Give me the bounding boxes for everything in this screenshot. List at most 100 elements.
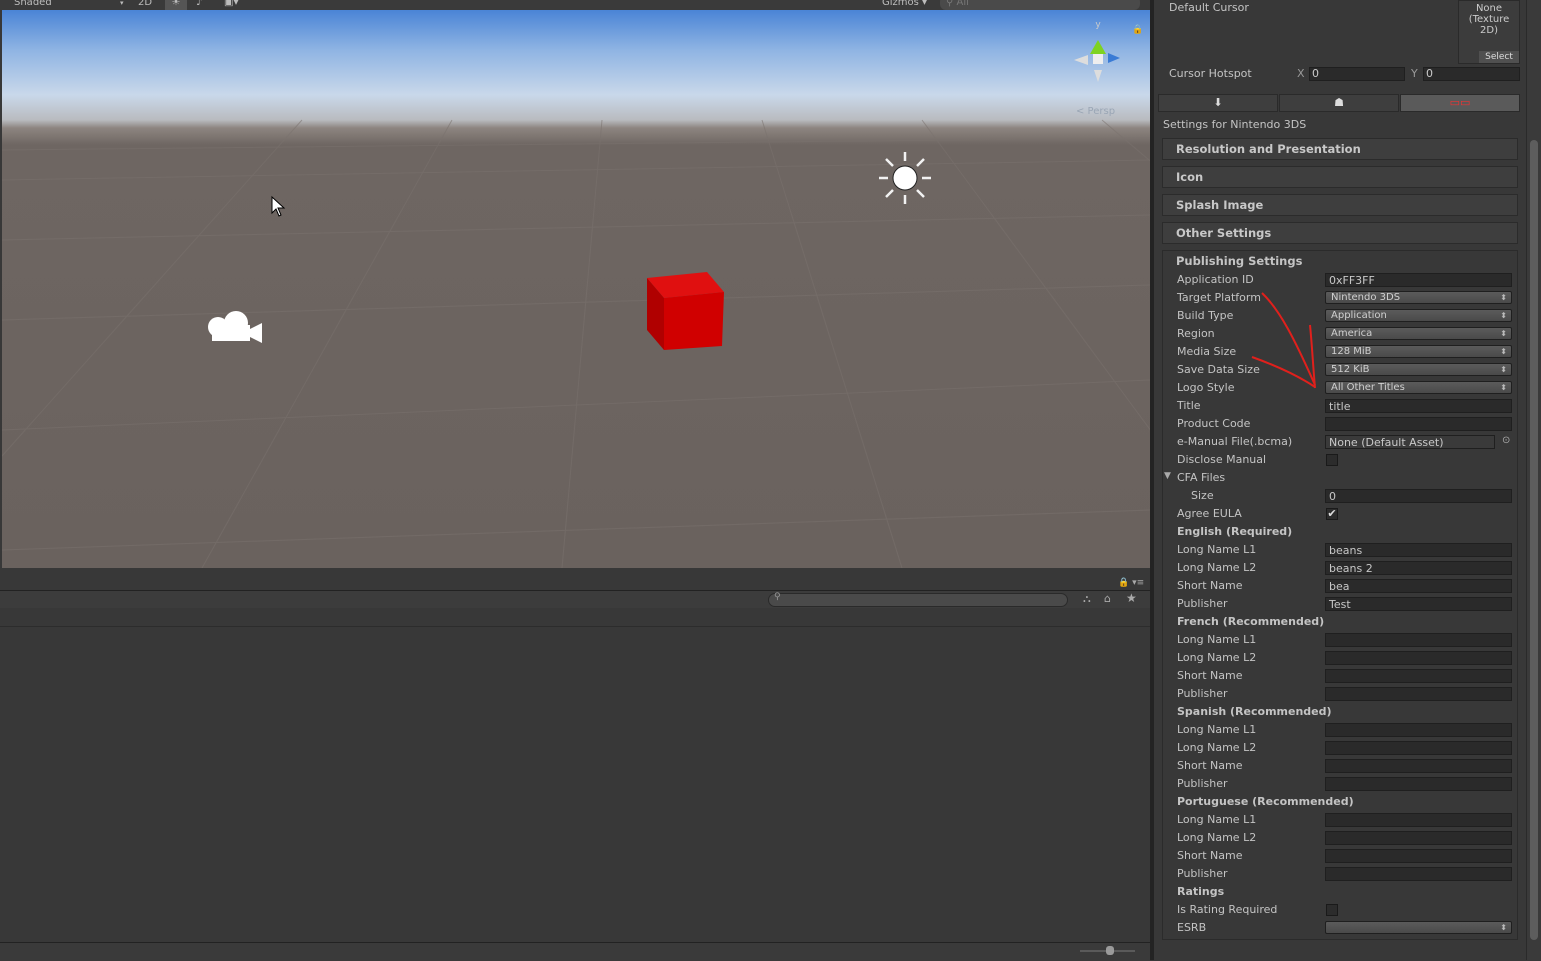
tab-standalone[interactable]: ⬇ xyxy=(1158,94,1278,112)
section-resolution[interactable]: Resolution and Presentation xyxy=(1162,138,1518,160)
image-icon[interactable]: ▣▾ xyxy=(224,0,238,10)
product-code-label: Product Code xyxy=(1177,417,1251,430)
search-icon: ⚲ xyxy=(774,592,781,602)
scrollbar-thumb[interactable] xyxy=(1530,140,1538,940)
lock-icon[interactable]: 🔒 xyxy=(1132,24,1143,35)
tag-icon[interactable]: ⌂ xyxy=(1104,592,1111,605)
portuguese-long-name-l1-field[interactable] xyxy=(1325,813,1512,827)
dropdown-arrow-icon: ⬍ xyxy=(1500,923,1507,932)
orientation-gizmo[interactable] xyxy=(1074,40,1120,82)
french-short-name-field[interactable] xyxy=(1325,669,1512,683)
disclose-manual-checkbox[interactable] xyxy=(1326,454,1338,466)
dropdown-arrow-icon: ⬍ xyxy=(1500,347,1507,356)
region-label: Region xyxy=(1177,327,1215,340)
spanish-long-name-l1-field[interactable] xyxy=(1325,723,1512,737)
is-rating-required-checkbox[interactable] xyxy=(1326,904,1338,916)
build-type-label: Build Type xyxy=(1177,309,1234,322)
mouse-cursor-icon xyxy=(271,195,286,217)
french-long-name-l2-field[interactable] xyxy=(1325,651,1512,665)
cube[interactable] xyxy=(647,272,724,350)
foldout-triangle-icon[interactable]: ▼ xyxy=(1164,471,1171,481)
spanish-short-name-label: Short Name xyxy=(1177,759,1243,772)
portuguese-long-name-l1-label: Long Name L1 xyxy=(1177,813,1257,826)
product-code-field[interactable] xyxy=(1325,417,1512,431)
media-size-dropdown[interactable]: 128 MiB ⬍ xyxy=(1325,345,1512,358)
inspector-scrollbar[interactable] xyxy=(1526,0,1541,960)
esrb-dropdown[interactable]: ⬍ xyxy=(1325,921,1512,934)
portuguese-long-name-l2-label: Long Name L2 xyxy=(1177,831,1257,844)
emanual-label: e-Manual File(.bcma) xyxy=(1177,435,1293,448)
size-field[interactable]: 0 xyxy=(1325,489,1512,503)
hotspot-x-field[interactable]: 0 xyxy=(1309,67,1405,81)
save-data-size-dropdown[interactable]: 512 KiB ⬍ xyxy=(1325,363,1512,376)
spanish-short-name-field[interactable] xyxy=(1325,759,1512,773)
region-dropdown[interactable]: America ⬍ xyxy=(1325,327,1512,340)
2d-toggle[interactable]: 2D xyxy=(138,0,152,10)
title-field[interactable]: title xyxy=(1325,399,1512,413)
panel-lock-icon[interactable]: 🔒 ▾≡ xyxy=(1118,578,1144,588)
french-long-name-l2-label: Long Name L2 xyxy=(1177,651,1257,664)
portuguese-publisher-field[interactable] xyxy=(1325,867,1512,881)
cursor-hotspot-label: Cursor Hotspot xyxy=(1169,67,1252,80)
media-size-label: Media Size xyxy=(1177,345,1237,358)
target-platform-dropdown[interactable]: Nintendo 3DS ⬍ xyxy=(1325,291,1512,304)
select-button[interactable]: Select xyxy=(1479,51,1519,63)
shading-mode-dropdown[interactable]: Shaded ▾ xyxy=(14,0,124,10)
cursor-texture-slot[interactable]: None (Texture 2D) Select xyxy=(1458,0,1520,64)
portuguese-short-name-field[interactable] xyxy=(1325,849,1512,863)
annotation-arrow xyxy=(1251,292,1316,389)
agree-eula-checkbox[interactable]: ✔ xyxy=(1326,508,1338,520)
spanish-long-name-l2-field[interactable] xyxy=(1325,741,1512,755)
english-short-name-field[interactable]: bea xyxy=(1325,579,1512,593)
esrb-label: ESRB xyxy=(1177,921,1207,934)
audio-icon[interactable]: ♪ xyxy=(196,0,202,10)
project-panel xyxy=(0,608,1150,942)
tab-nintendo-3ds[interactable]: ▭▭ xyxy=(1400,94,1520,112)
hotspot-y-field[interactable]: 0 xyxy=(1423,67,1520,81)
object-picker-icon[interactable]: ⊙ xyxy=(1502,435,1510,446)
portuguese-publisher-label: Publisher xyxy=(1177,867,1228,880)
english-publisher-label: Publisher xyxy=(1177,597,1228,610)
english-long-name-l1-field[interactable]: beans xyxy=(1325,543,1512,557)
console-search-input[interactable]: ⚲ xyxy=(768,592,1068,607)
english-publisher-field[interactable]: Test xyxy=(1325,597,1512,611)
camera-icon[interactable] xyxy=(208,311,262,343)
scene-search-input[interactable]: ⚲ All xyxy=(940,0,1140,10)
target-platform-value: Nintendo 3DS xyxy=(1331,292,1401,303)
cfa-files-label[interactable]: CFA Files xyxy=(1177,471,1225,484)
filter-type-icon[interactable]: ⛬ xyxy=(1083,592,1091,606)
shading-mode-label: Shaded xyxy=(14,0,52,8)
directional-light-icon[interactable] xyxy=(879,152,931,204)
english-long-name-l2-label: Long Name L2 xyxy=(1177,561,1257,574)
dropdown-arrow-icon: ⬍ xyxy=(1500,293,1507,302)
french-long-name-l1-field[interactable] xyxy=(1325,633,1512,647)
english-long-name-l2-field[interactable]: beans 2 xyxy=(1325,561,1512,575)
star-icon[interactable]: ★ xyxy=(1126,591,1137,605)
french-publisher-label: Publisher xyxy=(1177,687,1228,700)
perspective-label[interactable]: < Persp xyxy=(1076,106,1115,117)
build-type-dropdown[interactable]: Application ⬍ xyxy=(1325,309,1512,322)
agree-eula-label: Agree EULA xyxy=(1177,507,1242,520)
spanish-publisher-field[interactable] xyxy=(1325,777,1512,791)
bottom-status-bar xyxy=(0,942,1150,961)
french-publisher-field[interactable] xyxy=(1325,687,1512,701)
section-other-settings[interactable]: Other Settings xyxy=(1162,222,1518,244)
tab-android[interactable]: ☗ xyxy=(1279,94,1399,112)
application-id-field[interactable]: 0xFF3FF xyxy=(1325,273,1512,287)
portuguese-long-name-l2-field[interactable] xyxy=(1325,831,1512,845)
emanual-object-field[interactable]: None (Default Asset) xyxy=(1325,435,1495,449)
zoom-slider-handle[interactable] xyxy=(1106,946,1114,955)
portuguese-short-name-label: Short Name xyxy=(1177,849,1243,862)
gizmos-dropdown[interactable]: Gizmos ▾ xyxy=(882,0,927,10)
section-icon[interactable]: Icon xyxy=(1162,166,1518,188)
cursor-texture-value: None (Texture 2D) xyxy=(1468,3,1510,36)
console-header: ⚲ ⛬ ⌂ ★ xyxy=(0,590,1150,610)
publishing-settings-title[interactable]: Publishing Settings xyxy=(1176,254,1302,268)
ground-grid: y < Persp 🔒 xyxy=(2,20,1150,568)
search-placeholder: All xyxy=(956,0,969,8)
logo-style-dropdown[interactable]: All Other Titles ⬍ xyxy=(1325,381,1512,394)
dropdown-arrow-icon: ⬍ xyxy=(1500,365,1507,374)
section-splash-image[interactable]: Splash Image xyxy=(1162,194,1518,216)
sun-icon[interactable]: ☀ xyxy=(165,0,187,10)
scene-view[interactable]: y < Persp 🔒 xyxy=(2,10,1150,568)
